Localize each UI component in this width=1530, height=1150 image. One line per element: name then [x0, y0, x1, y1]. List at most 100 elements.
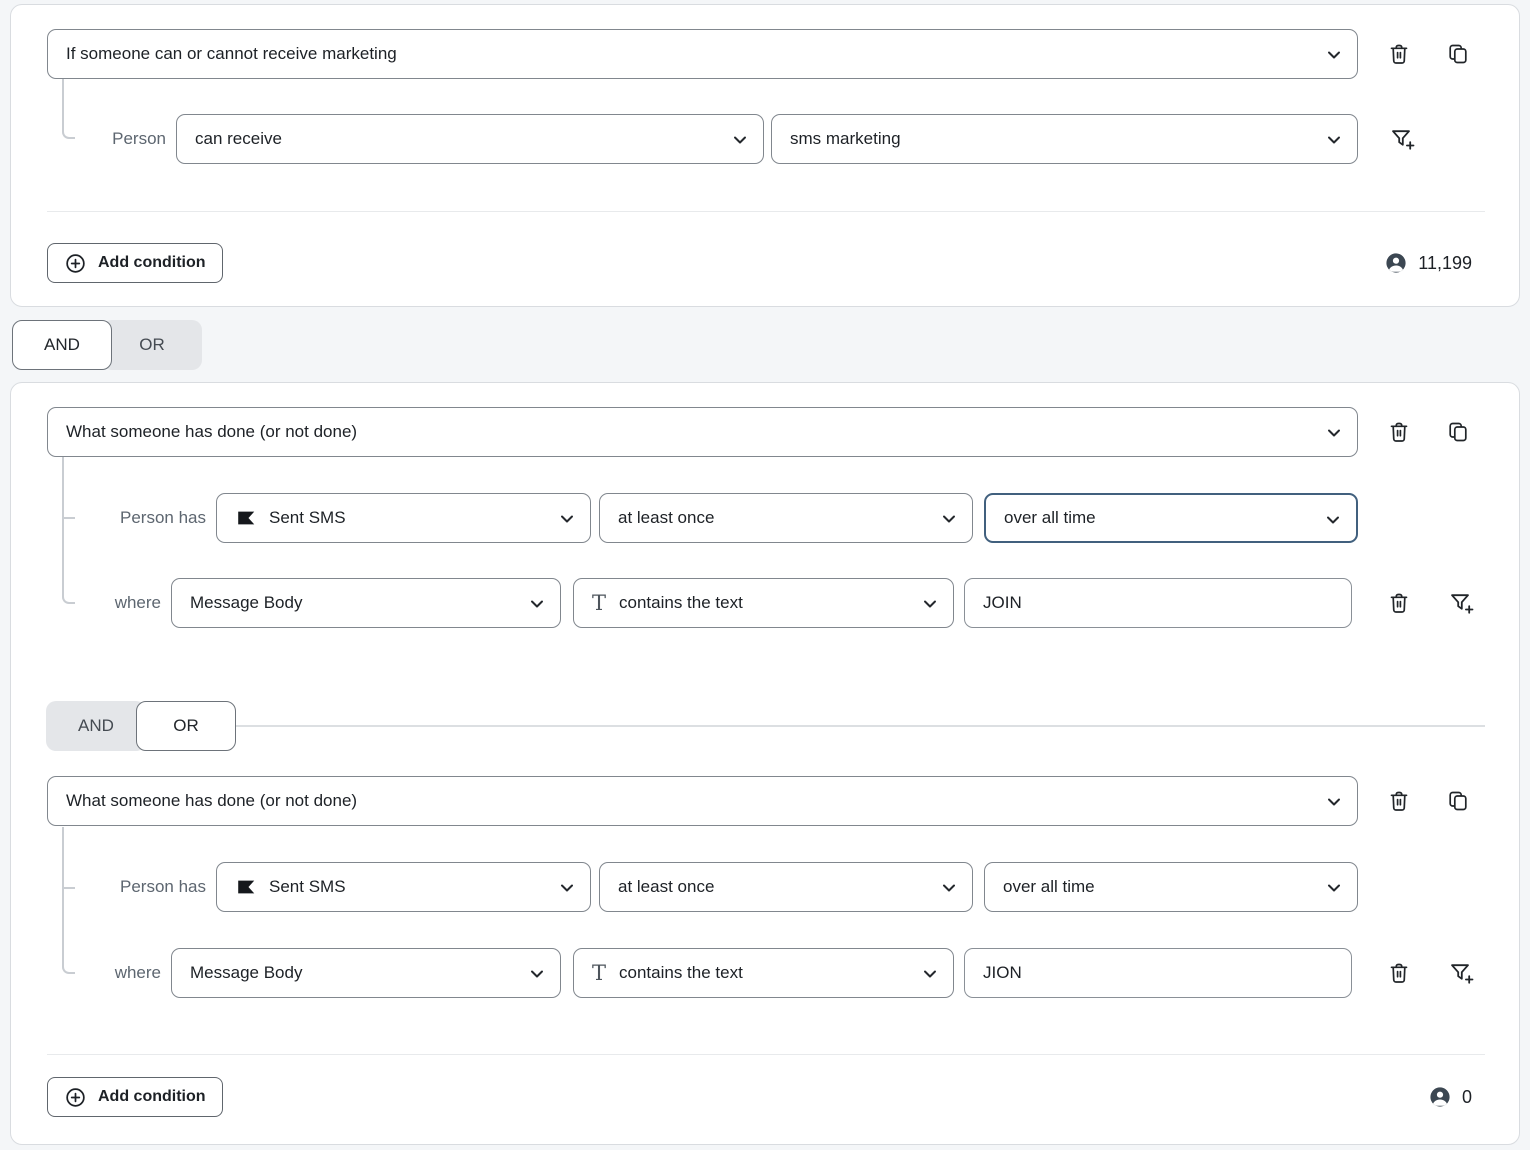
profile-count: 0	[1428, 1085, 1472, 1109]
trash-icon	[1387, 420, 1411, 444]
circle-plus-icon	[64, 1086, 87, 1109]
duplicate-condition-button[interactable]	[1446, 42, 1470, 66]
circle-plus-icon	[64, 252, 87, 275]
filter-plus-icon	[1389, 126, 1415, 152]
add-condition-button[interactable]: Add condition	[47, 243, 223, 283]
delete-condition-button[interactable]	[1387, 42, 1411, 66]
field-select[interactable]: Message Body	[171, 948, 561, 998]
delete-filter-button[interactable]	[1387, 961, 1411, 985]
group-connector-toggle: AND OR	[12, 320, 1530, 370]
text-type-icon: T	[592, 963, 606, 984]
add-condition-label: Add condition	[98, 1088, 206, 1106]
person-circle-icon	[1384, 251, 1408, 275]
metric-select[interactable]: Sent SMS	[216, 493, 591, 543]
condition-type-value: What someone has done (or not done)	[66, 422, 357, 442]
condition-group-behavior: What someone has done (or not done) Pers…	[10, 382, 1520, 1145]
duplicate-condition-button[interactable]	[1446, 420, 1470, 444]
chevron-down-icon	[1324, 423, 1344, 443]
filter-value-input[interactable]	[964, 948, 1352, 998]
tree-connector-tick	[62, 517, 75, 519]
chevron-down-icon	[920, 964, 940, 984]
condition-type-value: If someone can or cannot receive marketi…	[66, 44, 397, 64]
or-toggle-button[interactable]: OR	[102, 320, 202, 370]
chevron-down-icon	[920, 594, 940, 614]
chevron-down-icon	[527, 594, 547, 614]
profile-count: 11,199	[1384, 251, 1472, 275]
frequency-value: at least once	[618, 877, 714, 897]
add-condition-label: Add condition	[98, 254, 206, 272]
add-filter-button[interactable]	[1448, 590, 1474, 616]
metric-value: Sent SMS	[269, 508, 346, 528]
chevron-down-icon	[1324, 45, 1344, 65]
and-toggle-button[interactable]: AND	[46, 701, 146, 751]
condition-type-value: What someone has done (or not done)	[66, 791, 357, 811]
chevron-down-icon	[1324, 130, 1344, 150]
chevron-down-icon	[557, 509, 577, 529]
or-toggle-button[interactable]: OR	[136, 701, 236, 751]
trash-icon	[1387, 961, 1411, 985]
metric-flag-icon	[235, 876, 257, 898]
chevron-down-icon	[730, 130, 750, 150]
person-circle-icon	[1428, 1085, 1452, 1109]
chevron-down-icon	[1324, 792, 1344, 812]
consent-operator-value: can receive	[195, 129, 282, 149]
chevron-down-icon	[939, 509, 959, 529]
trash-icon	[1387, 591, 1411, 615]
timeframe-value: over all time	[1003, 877, 1095, 897]
condition-group-consent: If someone can or cannot receive marketi…	[10, 4, 1520, 307]
tree-connector	[62, 827, 75, 974]
frequency-select[interactable]: at least once	[599, 493, 973, 543]
frequency-select[interactable]: at least once	[599, 862, 973, 912]
copy-icon	[1446, 42, 1470, 66]
copy-icon	[1446, 789, 1470, 813]
chevron-down-icon	[1324, 878, 1344, 898]
text-operator-select[interactable]: T contains the text	[573, 578, 954, 628]
field-select[interactable]: Message Body	[171, 578, 561, 628]
profile-count-value: 11,199	[1418, 253, 1472, 274]
tree-connector	[62, 79, 75, 139]
divider	[47, 211, 1485, 212]
filter-plus-icon	[1448, 960, 1474, 986]
condition-type-select[interactable]: What someone has done (or not done)	[47, 407, 1358, 457]
trash-icon	[1387, 42, 1411, 66]
profile-count-value: 0	[1462, 1087, 1472, 1108]
frequency-value: at least once	[618, 508, 714, 528]
add-filter-button[interactable]	[1389, 126, 1415, 152]
text-operator-value: contains the text	[619, 593, 743, 613]
timeframe-select[interactable]: over all time	[984, 862, 1358, 912]
text-operator-value: contains the text	[619, 963, 743, 983]
tree-connector-tick	[62, 887, 75, 889]
delete-condition-button[interactable]	[1387, 420, 1411, 444]
chevron-down-icon	[527, 964, 547, 984]
divider	[47, 1054, 1485, 1055]
field-value: Message Body	[190, 593, 302, 613]
text-operator-select[interactable]: T contains the text	[573, 948, 954, 998]
metric-flag-icon	[235, 507, 257, 529]
chevron-down-icon	[557, 878, 577, 898]
filter-value-input[interactable]	[964, 578, 1352, 628]
condition-type-select[interactable]: If someone can or cannot receive marketi…	[47, 29, 1358, 79]
inner-connector-toggle: AND OR	[46, 701, 236, 751]
metric-select[interactable]: Sent SMS	[216, 862, 591, 912]
timeframe-select[interactable]: over all time	[984, 493, 1358, 543]
consent-operator-select[interactable]: can receive	[176, 114, 764, 164]
tree-connector	[62, 457, 75, 604]
connector-line	[236, 725, 1485, 727]
consent-channel-select[interactable]: sms marketing	[771, 114, 1358, 164]
condition-type-select[interactable]: What someone has done (or not done)	[47, 776, 1358, 826]
copy-icon	[1446, 420, 1470, 444]
field-value: Message Body	[190, 963, 302, 983]
text-type-icon: T	[592, 593, 606, 614]
inner-connector-row: AND OR	[46, 701, 1485, 751]
chevron-down-icon	[1323, 510, 1343, 530]
and-toggle-button[interactable]: AND	[12, 320, 112, 370]
consent-channel-value: sms marketing	[790, 129, 901, 149]
trash-icon	[1387, 789, 1411, 813]
add-condition-button[interactable]: Add condition	[47, 1077, 223, 1117]
timeframe-value: over all time	[1004, 508, 1096, 528]
add-filter-button[interactable]	[1448, 960, 1474, 986]
delete-filter-button[interactable]	[1387, 591, 1411, 615]
metric-value: Sent SMS	[269, 877, 346, 897]
duplicate-condition-button[interactable]	[1446, 789, 1470, 813]
delete-condition-button[interactable]	[1387, 789, 1411, 813]
